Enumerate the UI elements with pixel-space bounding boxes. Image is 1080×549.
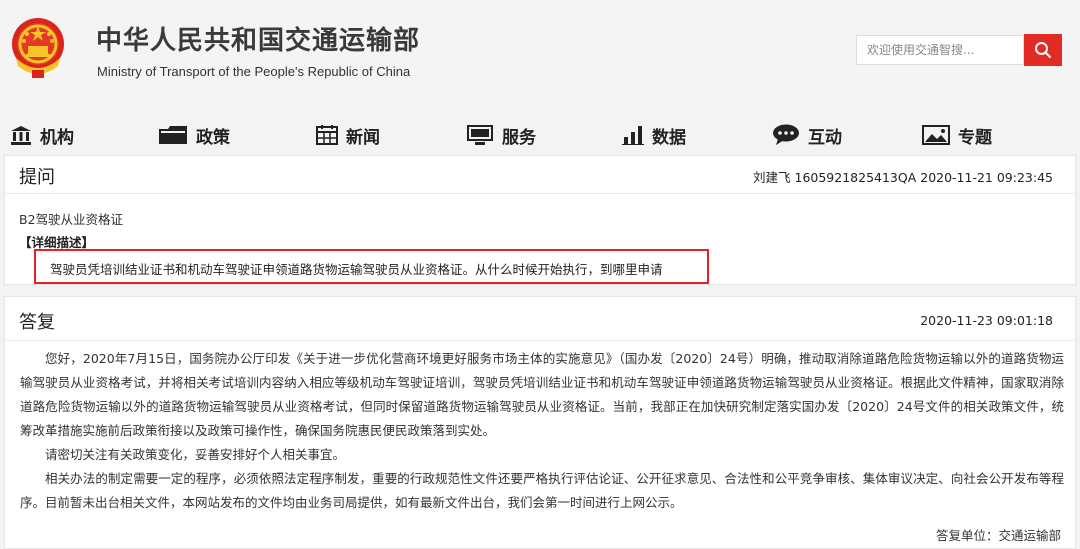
nav-label: 新闻: [346, 127, 380, 148]
question-heading: 提问: [19, 167, 55, 188]
site-title-cn[interactable]: 中华人民共和国交通运输部: [96, 20, 420, 57]
picture-icon: [922, 125, 950, 145]
nav-item-topics[interactable]: 专题: [922, 118, 992, 152]
folder-icon: [159, 126, 187, 144]
answer-unit: 答复单位：交通运输部: [935, 528, 1061, 543]
nav-label: 服务: [502, 127, 536, 148]
question-meta: 刘建飞 1605921825413QA 2020-11-21 09:23:45: [753, 170, 1053, 185]
search-button[interactable]: [1024, 34, 1062, 66]
nav-item-service[interactable]: 服务: [466, 118, 536, 152]
question-header: 提问 刘建飞 1605921825413QA 2020-11-21 09:23:…: [5, 156, 1075, 194]
nav-item-interaction[interactable]: 互动: [772, 118, 842, 152]
nav-item-data[interactable]: 数据: [622, 118, 686, 152]
answer-paragraph: 相关办法的制定需要一定的程序，必须依照法定程序制发，重要的行政规范性文件还要严格…: [20, 471, 1064, 510]
nav-item-agency[interactable]: 机构: [10, 118, 74, 152]
search-box: [856, 35, 1024, 65]
answer-paragraph: 您好，2020年7月15日，国务院办公厅印发《关于进一步优化营商环境更好服务市场…: [20, 351, 1064, 438]
answer-heading: 答复: [19, 312, 55, 333]
answer-paragraph: 请密切关注有关政策变化，妥善安排好个人相关事宜。: [45, 447, 346, 462]
monitor-icon: [467, 125, 493, 145]
answer-header: 答复 2020-11-23 09:01:18: [5, 297, 1075, 341]
highlight-box: 驾驶员凭培训结业证书和机动车驾驶证申领道路货物运输驾驶员从业资格证。从什么时候开…: [34, 249, 709, 284]
bar-chart-icon: [622, 126, 644, 145]
nav-item-news[interactable]: 新闻: [316, 118, 380, 152]
search-icon: [1035, 42, 1052, 59]
nav-label: 机构: [40, 127, 74, 148]
site-title-en: Ministry of Transport of the People's Re…: [97, 64, 411, 79]
building-icon: [11, 126, 31, 145]
question-panel: 提问 刘建飞 1605921825413QA 2020-11-21 09:23:…: [4, 155, 1076, 285]
chat-bubble-icon: [773, 124, 799, 145]
calendar-grid-icon: [316, 125, 338, 145]
main-nav: 机构 政策 新闻 服务 数据 互动 专题: [0, 118, 1080, 152]
search-input[interactable]: [857, 36, 1023, 64]
nav-label: 数据: [652, 127, 686, 148]
nav-item-policy[interactable]: 政策: [158, 118, 230, 152]
answer-time: 2020-11-23 09:01:18: [920, 313, 1053, 328]
question-detail-text: 驾驶员凭培训结业证书和机动车驾驶证申领道路货物运输驾驶员从业资格证。从什么时候开…: [50, 262, 663, 277]
site-header: 中华人民共和国交通运输部 Ministry of Transport of th…: [0, 0, 1080, 108]
nav-label: 专题: [958, 127, 992, 148]
answer-panel: 答复 2020-11-23 09:01:18 您好，2020年7月15日，国务院…: [4, 296, 1076, 549]
question-subject: B2驾驶从业资格证: [19, 212, 124, 227]
national-emblem-logo[interactable]: [10, 14, 66, 82]
nav-label: 互动: [808, 127, 842, 148]
answer-body: 您好，2020年7月15日，国务院办公厅印发《关于进一步优化营商环境更好服务市场…: [20, 347, 1064, 515]
nav-label: 政策: [196, 127, 230, 148]
